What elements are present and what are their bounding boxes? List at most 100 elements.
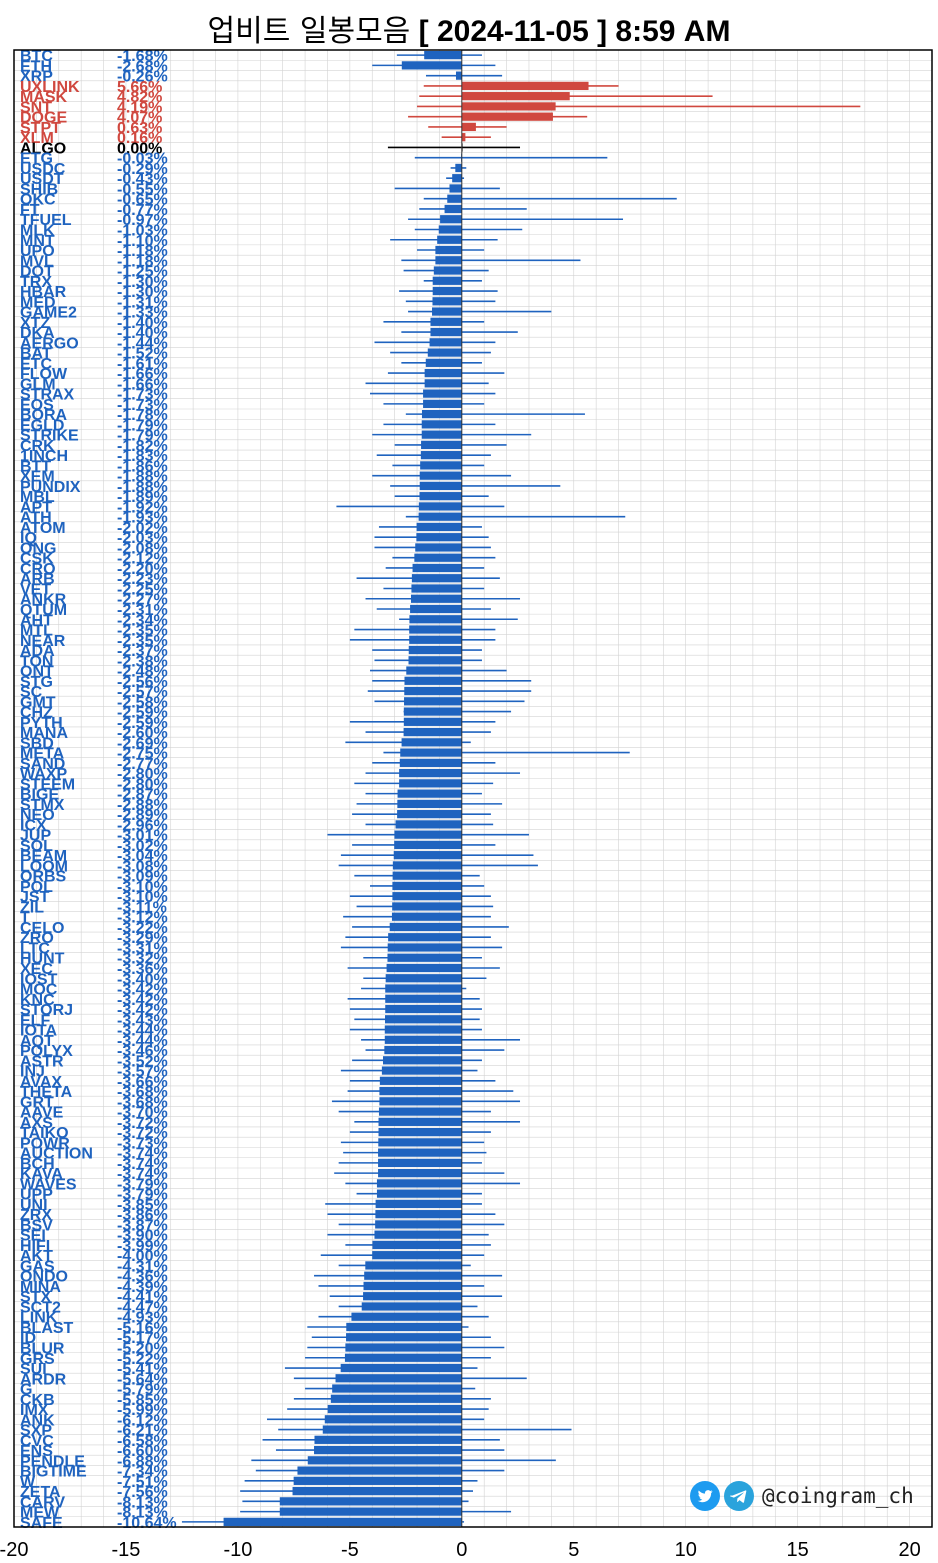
bar: [387, 943, 462, 952]
bar: [381, 1066, 462, 1075]
bar: [435, 245, 462, 255]
bar: [324, 1415, 462, 1424]
x-tick-label: -15: [111, 1539, 140, 1561]
bar: [461, 92, 570, 101]
title-korean: 업비트 일봉모음: [207, 14, 411, 49]
bar: [376, 1179, 462, 1188]
bar: [397, 810, 462, 819]
bar: [384, 1045, 462, 1055]
bar: [423, 399, 462, 408]
bar: [378, 1127, 462, 1137]
x-tick-label: 10: [675, 1539, 697, 1561]
row-label-value: -10.64%: [117, 1515, 177, 1532]
bar: [401, 61, 462, 70]
bar: [421, 430, 462, 439]
bar: [378, 1117, 462, 1126]
bar: [378, 1169, 462, 1178]
bar: [399, 779, 462, 788]
telegram-icon: [724, 1481, 754, 1511]
bar: [364, 1271, 462, 1280]
bar: [433, 266, 462, 275]
bar: [292, 1486, 462, 1496]
bar: [363, 1292, 462, 1301]
bar: [455, 163, 462, 173]
bar: [361, 1302, 462, 1311]
bar: [392, 892, 462, 901]
bar: [330, 1394, 462, 1403]
bar: [400, 748, 462, 757]
bar: [425, 358, 462, 367]
bar: [461, 81, 589, 91]
bar: [409, 635, 462, 644]
bar: [435, 256, 462, 265]
page-title: 업비트 일봉모음 [ 2024-11-05 ] 8:59 AM: [0, 6, 938, 50]
bar: [327, 1404, 462, 1414]
bar: [392, 871, 462, 880]
x-tick-label: -10: [223, 1539, 252, 1561]
watermark-handle: @coingram_ch: [762, 1484, 914, 1508]
bar: [418, 512, 462, 521]
bar: [314, 1435, 462, 1444]
bar: [393, 851, 462, 860]
bar: [412, 563, 462, 573]
bar: [415, 543, 462, 552]
bar: [363, 1281, 462, 1291]
x-tick-label: 20: [898, 1539, 920, 1561]
bar: [432, 297, 462, 306]
bar: [322, 1425, 462, 1434]
bar: [397, 799, 462, 809]
x-tick-label: 0: [456, 1539, 467, 1561]
bar: [452, 174, 462, 183]
bar: [404, 686, 462, 696]
bar: [394, 840, 462, 850]
bar: [391, 912, 462, 921]
bar: [397, 789, 462, 798]
bar: [378, 1107, 462, 1116]
bar: [223, 1517, 462, 1526]
bar: [403, 707, 462, 716]
bar: [421, 409, 462, 419]
bar: [392, 861, 462, 870]
bar: [461, 102, 556, 111]
x-tick-label: 5: [568, 1539, 579, 1561]
bar: [404, 697, 462, 706]
bar: [455, 71, 462, 80]
bar: [421, 420, 462, 429]
bar: [365, 1261, 462, 1270]
bar: [427, 348, 462, 357]
bar: [406, 666, 462, 675]
bar: [416, 533, 462, 542]
x-tick-label: -20: [0, 1539, 28, 1561]
bar: [430, 317, 462, 326]
bar: [410, 594, 462, 603]
bar: [429, 338, 462, 347]
row-labels: BTC -1.68%ETH -2.68%XRP -0.26%UXLINK 5.66%MA…: [20, 48, 177, 1532]
bar: [389, 922, 462, 932]
bar: [372, 1251, 462, 1260]
bar: [409, 625, 462, 634]
bar: [307, 1456, 462, 1465]
bar: [385, 1004, 462, 1014]
bar: [388, 933, 462, 942]
bar: [385, 1015, 462, 1024]
bar: [279, 1507, 462, 1516]
bar: [395, 820, 462, 829]
bar: [414, 553, 462, 562]
x-tick-label: -5: [341, 1539, 359, 1561]
bar: [440, 215, 462, 224]
title-date: [ 2024-11-05 ]: [418, 15, 608, 48]
bar: [379, 1086, 462, 1096]
bar: [444, 204, 462, 214]
bar: [461, 112, 553, 121]
bar: [416, 522, 462, 532]
bar: [408, 656, 462, 665]
bar: [420, 461, 462, 470]
bar: [432, 276, 462, 285]
bar: [418, 502, 462, 511]
bar: [423, 389, 462, 398]
bar: [424, 51, 462, 60]
bar: [419, 492, 462, 501]
bar: [293, 1476, 462, 1485]
bar: [401, 738, 462, 747]
bar: [411, 584, 462, 593]
